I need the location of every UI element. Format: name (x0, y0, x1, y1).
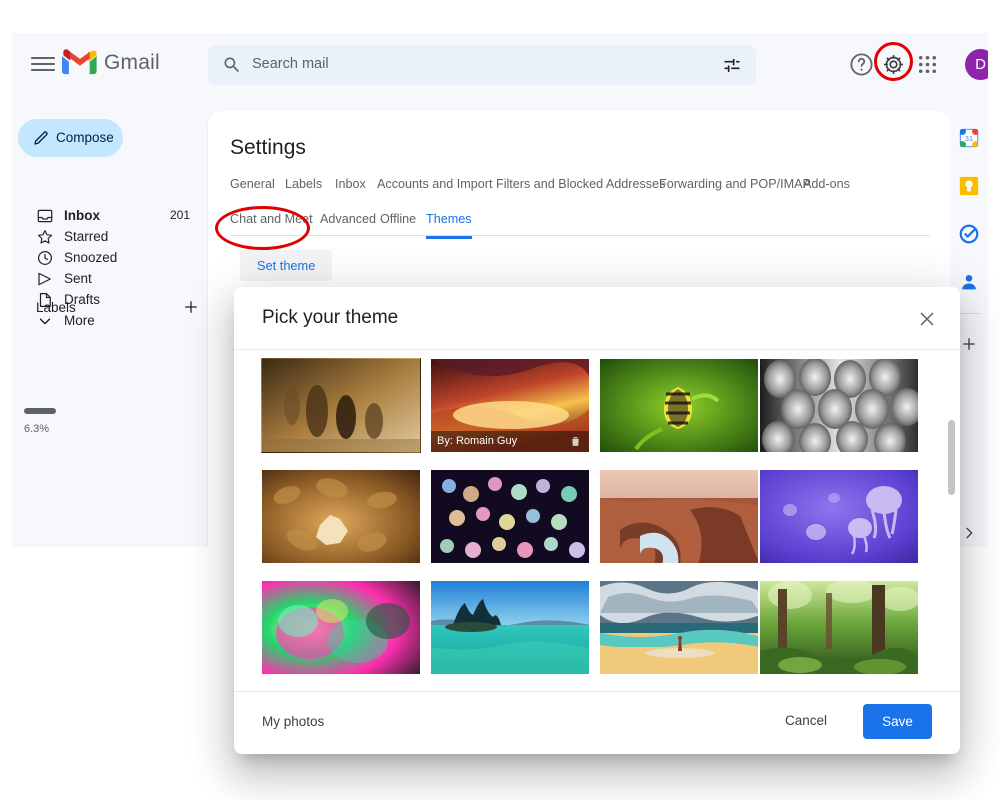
theme-thumbnail[interactable] (599, 358, 759, 453)
hamburger-menu-icon[interactable] (31, 53, 55, 75)
dialog-scrollbar-thumb[interactable] (948, 420, 955, 495)
theme-thumbnail[interactable] (599, 580, 759, 675)
google-tasks-icon[interactable] (958, 223, 980, 245)
tab-advanced[interactable]: Advanced (320, 212, 376, 236)
theme-thumbnail[interactable] (599, 469, 759, 564)
tab-offline[interactable]: Offline (380, 212, 416, 236)
my-photos-button[interactable]: My photos (262, 714, 324, 729)
avatar[interactable]: D (965, 49, 988, 80)
gmail-wordmark: Gmail (104, 51, 160, 74)
dialog-title: Pick your theme (262, 307, 399, 328)
search-options-filter-icon[interactable] (722, 55, 742, 75)
plus-icon[interactable] (182, 298, 200, 316)
tab-accounts-and-import[interactable]: Accounts and Import (377, 177, 493, 201)
cancel-button[interactable]: Cancel (785, 713, 827, 728)
top-bar: Gmail Search mail D (12, 33, 988, 95)
compose-label: Compose (56, 130, 114, 145)
sidebar-item-label: More (64, 313, 95, 328)
chevron-right-icon[interactable] (961, 525, 977, 541)
rail-divider (958, 313, 980, 314)
trash-icon[interactable] (569, 434, 582, 449)
left-sidebar: Compose Inbox 201 Starred Snoozed Sent D… (12, 95, 208, 547)
sidebar-item-more[interactable]: More (12, 312, 196, 333)
gmail-logo-icon (62, 49, 98, 77)
google-apps-grid-icon[interactable] (914, 51, 941, 78)
theme-thumbnail[interactable] (261, 580, 421, 675)
search-input[interactable]: Search mail (208, 45, 756, 85)
labels-header: Labels (36, 300, 76, 315)
tab-add-ons[interactable]: Add-ons (803, 177, 850, 201)
page-title: Settings (230, 136, 306, 159)
inbox-unread-count: 201 (169, 208, 190, 222)
storage-usage-bar (24, 408, 56, 414)
sidebar-item-snoozed[interactable]: Snoozed (12, 249, 196, 270)
close-icon[interactable] (916, 308, 938, 330)
theme-attribution-bar: By: Romain Guy (431, 431, 589, 452)
set-theme-button[interactable]: Set theme (240, 250, 333, 281)
theme-thumbnail[interactable] (261, 469, 421, 564)
sidebar-item-label: Snoozed (64, 250, 118, 265)
compose-button[interactable]: Compose (18, 119, 123, 157)
sidebar-item-label: Sent (64, 271, 92, 286)
theme-grid: By: Romain Guy (261, 358, 933, 691)
theme-thumbnail[interactable] (759, 580, 919, 675)
svg-text:31: 31 (965, 134, 973, 143)
star-icon (36, 228, 54, 246)
plus-icon[interactable] (960, 335, 978, 353)
sidebar-item-inbox[interactable]: Inbox 201 (12, 207, 196, 228)
google-contacts-icon[interactable] (958, 271, 980, 293)
sidebar-item-sent[interactable]: Sent (12, 270, 196, 291)
theme-thumbnail[interactable] (261, 358, 421, 453)
tab-chat-and-meet[interactable]: Chat and Meet (230, 212, 313, 236)
pencil-icon (32, 129, 50, 147)
theme-thumbnail[interactable]: By: Romain Guy (430, 358, 590, 453)
tab-forwarding-and-pop-imap[interactable]: Forwarding and POP/IMAP (659, 177, 811, 201)
dialog-scrollbar[interactable] (948, 420, 955, 685)
storage-usage-text: 6.3% (24, 423, 50, 435)
sidebar-item-label: Starred (64, 229, 109, 244)
sidebar-item-starred[interactable]: Starred (12, 228, 196, 249)
help-circle-icon[interactable] (848, 51, 875, 78)
tab-filters-and-blocked-addresses[interactable]: Filters and Blocked Addresses (496, 177, 665, 201)
google-calendar-icon[interactable]: 31 (958, 127, 980, 149)
theme-thumbnail[interactable] (430, 469, 590, 564)
save-button[interactable]: Save (863, 704, 932, 739)
theme-thumbnail[interactable] (759, 469, 919, 564)
theme-grid-scroll-area[interactable]: By: Romain Guy (234, 350, 960, 691)
clock-icon (36, 249, 54, 267)
google-keep-icon[interactable] (958, 175, 980, 197)
dialog-header: Pick your theme (234, 287, 960, 350)
tab-general[interactable]: General (230, 177, 275, 201)
inbox-icon (36, 207, 54, 225)
search-icon (222, 55, 242, 75)
gear-icon[interactable] (880, 51, 907, 78)
tab-inbox[interactable]: Inbox (335, 177, 366, 201)
theme-thumbnail[interactable] (759, 358, 919, 453)
theme-thumbnail[interactable] (430, 580, 590, 675)
pick-your-theme-dialog: Pick your theme By: Romain Guy My photos… (234, 287, 960, 754)
dialog-footer: My photos Cancel Save (234, 691, 960, 754)
tab-labels[interactable]: Labels (285, 177, 322, 201)
theme-attribution-text: By: Romain Guy (437, 435, 518, 447)
tabs-divider (230, 235, 930, 236)
search-placeholder: Search mail (252, 56, 329, 72)
send-icon (36, 270, 54, 288)
sidebar-item-label: Inbox (64, 208, 100, 223)
